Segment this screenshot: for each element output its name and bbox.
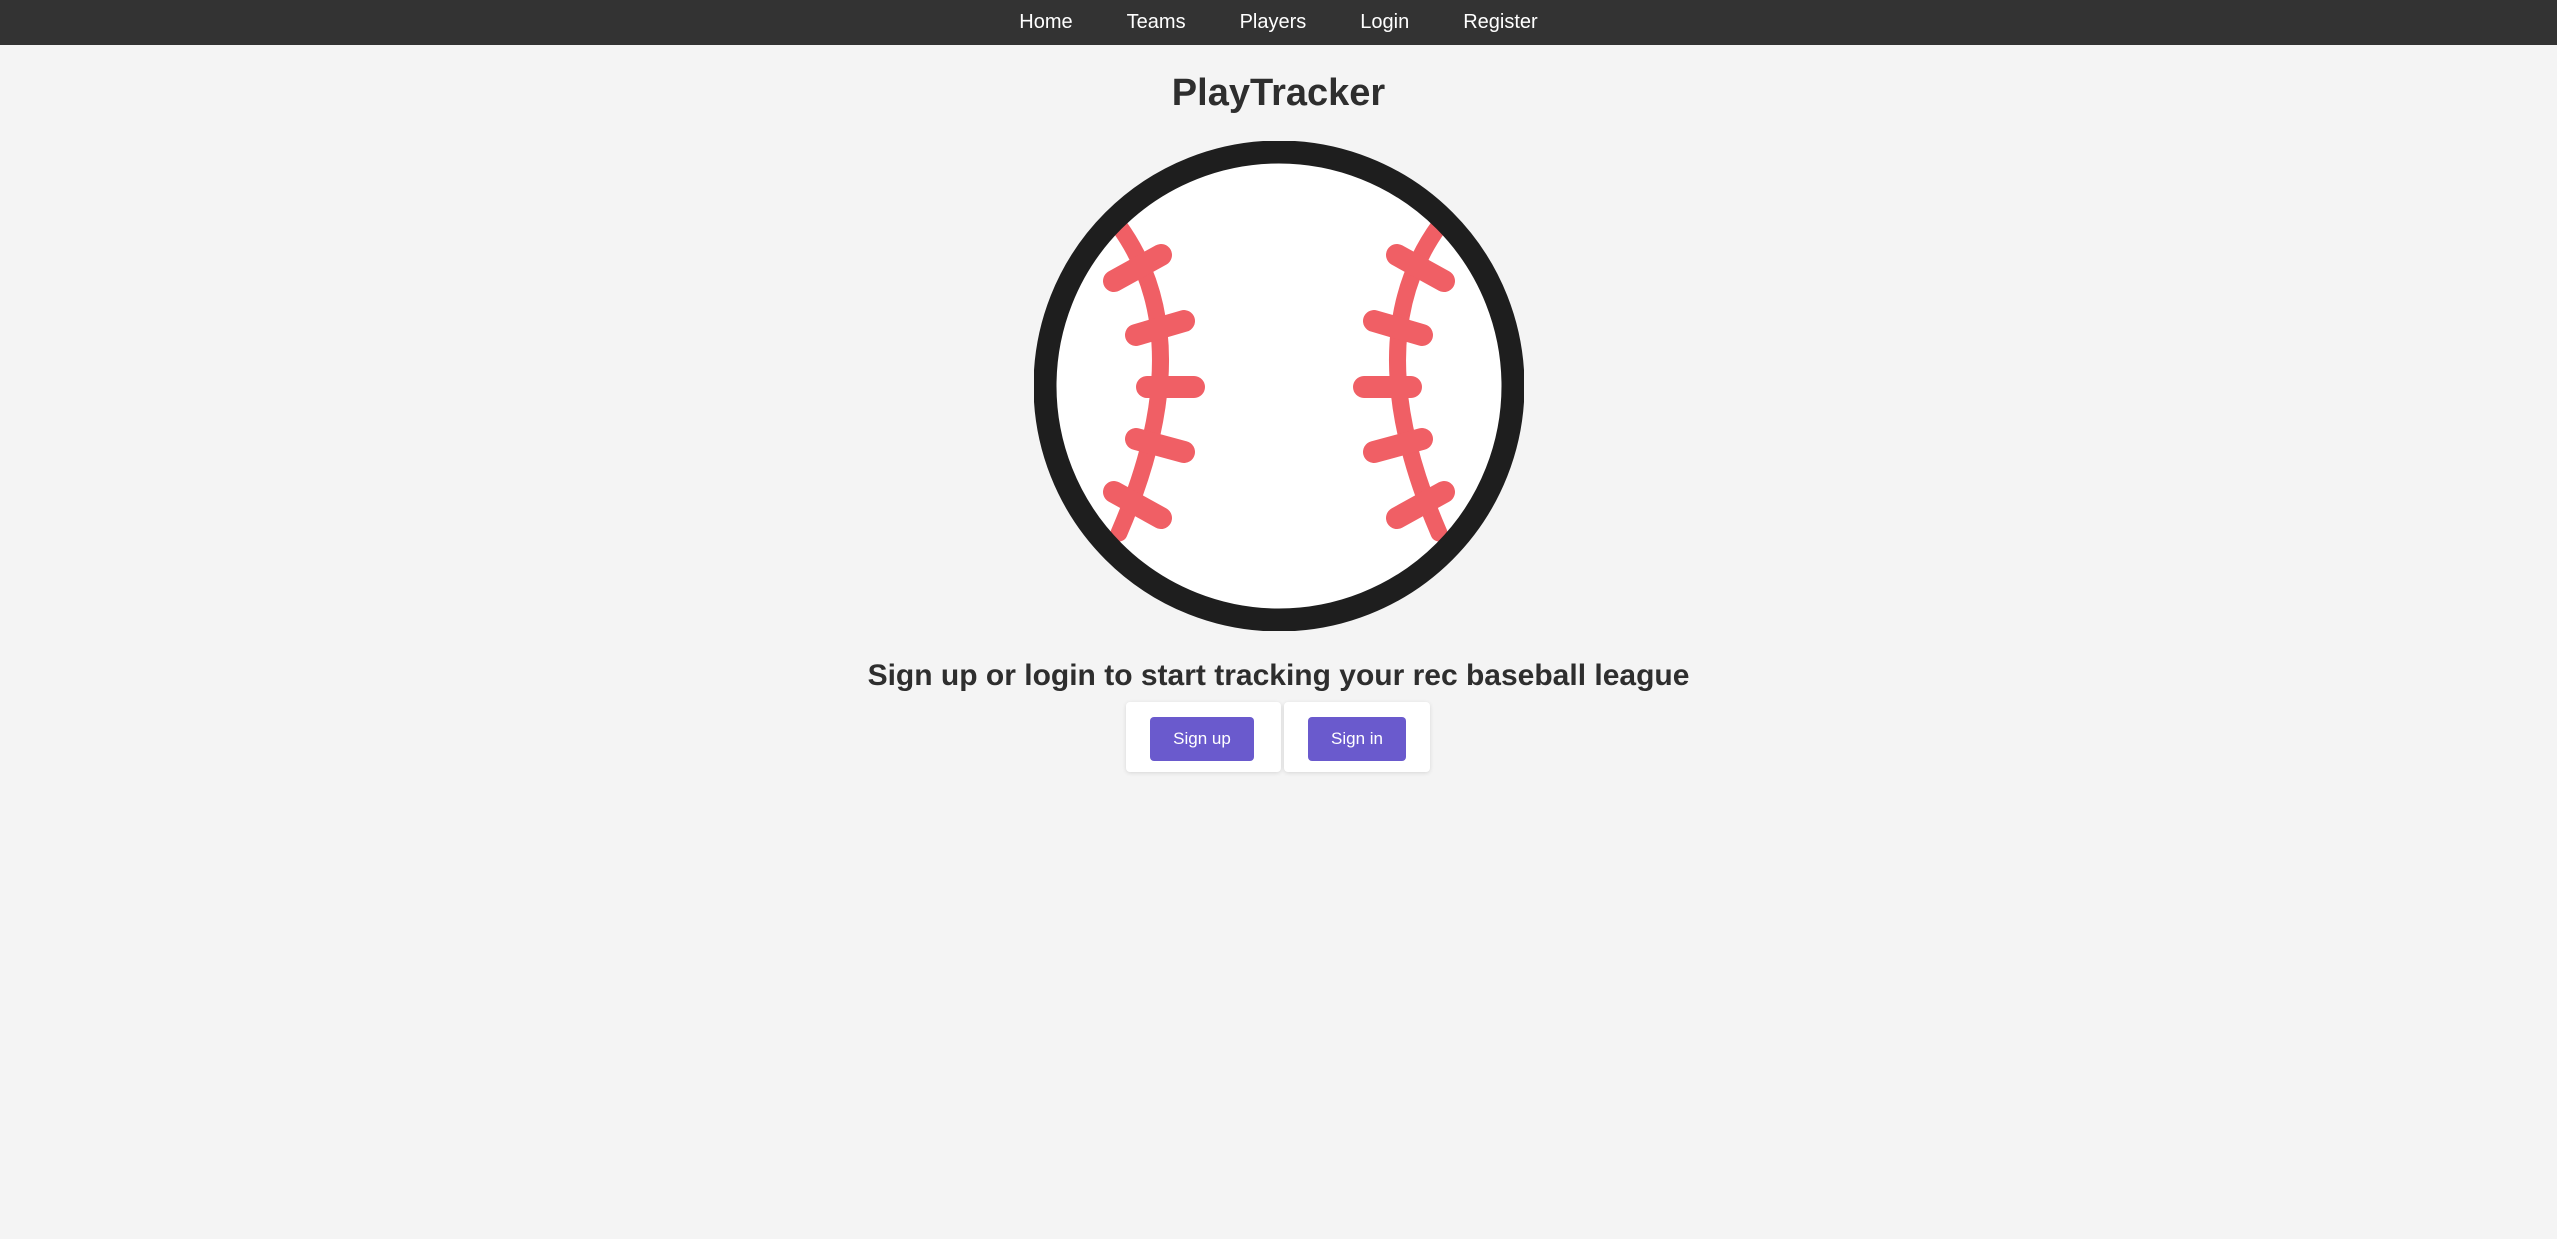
nav-link-register[interactable]: Register bbox=[1436, 0, 1564, 45]
tagline: Sign up or login to start tracking your … bbox=[867, 659, 1690, 692]
baseball-icon bbox=[1034, 141, 1524, 631]
nav-links: Home Teams Players Login Register bbox=[0, 0, 2557, 45]
nav-link-home[interactable]: Home bbox=[992, 0, 1099, 45]
top-navbar: Home Teams Players Login Register bbox=[0, 0, 2557, 45]
nav-link-login[interactable]: Login bbox=[1333, 0, 1436, 45]
nav-link-players[interactable]: Players bbox=[1213, 0, 1334, 45]
nav-link-teams[interactable]: Teams bbox=[1100, 0, 1213, 45]
sign-up-button[interactable]: Sign up bbox=[1150, 717, 1254, 761]
signin-card: Sign in bbox=[1284, 702, 1430, 772]
sign-in-button[interactable]: Sign in bbox=[1308, 717, 1406, 761]
page-title: PlayTracker bbox=[1171, 72, 1386, 114]
signup-card: Sign up bbox=[1126, 702, 1281, 772]
